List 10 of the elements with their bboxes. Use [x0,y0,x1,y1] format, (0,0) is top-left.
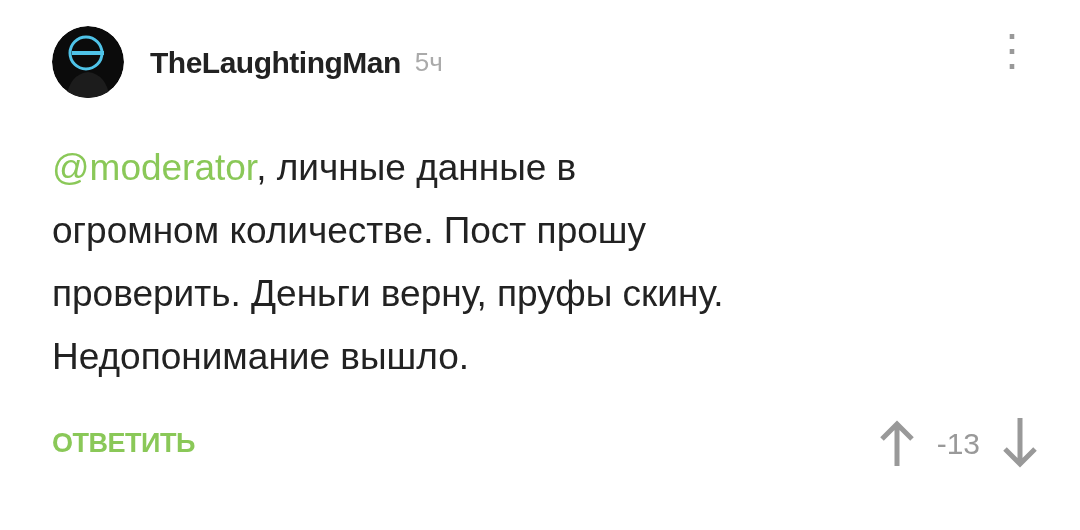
rating-score: -13 [936,425,980,462]
more-menu[interactable]: ⋮ [990,28,1034,72]
downvote-arrow-icon[interactable] [1002,418,1038,468]
upvote-arrow-icon[interactable] [878,420,915,466]
mention-link[interactable]: @moderator [52,147,257,188]
reply-button[interactable]: ОТВЕТИТЬ [52,422,195,464]
comment-time: 5ч [414,45,443,79]
author-name[interactable]: TheLaughtingMan [150,39,401,85]
avatar [52,26,124,98]
comment-text: @moderator, личные данные в огромном количестве. Пост прошу проверить. Деньги верну, пруфы скину. Недопонимание вышло. [52,146,725,379]
